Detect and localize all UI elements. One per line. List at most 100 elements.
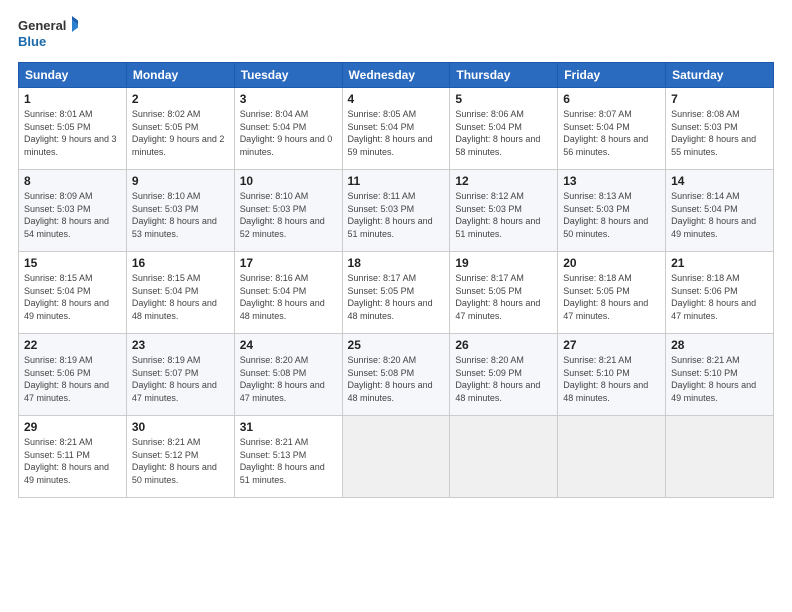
day-number: 8 (24, 174, 121, 188)
calendar-cell: 18 Sunrise: 8:17 AMSunset: 5:05 PMDaylig… (342, 252, 450, 334)
svg-text:General: General (18, 18, 66, 33)
day-number: 14 (671, 174, 768, 188)
day-info: Sunrise: 8:14 AMSunset: 5:04 PMDaylight:… (671, 190, 768, 240)
day-info: Sunrise: 8:02 AMSunset: 5:05 PMDaylight:… (132, 108, 229, 158)
calendar-cell: 15 Sunrise: 8:15 AMSunset: 5:04 PMDaylig… (19, 252, 127, 334)
calendar-cell: 12 Sunrise: 8:12 AMSunset: 5:03 PMDaylig… (450, 170, 558, 252)
day-number: 5 (455, 92, 552, 106)
week-row-3: 15 Sunrise: 8:15 AMSunset: 5:04 PMDaylig… (19, 252, 774, 334)
day-info: Sunrise: 8:10 AMSunset: 5:03 PMDaylight:… (240, 190, 337, 240)
day-info: Sunrise: 8:18 AMSunset: 5:05 PMDaylight:… (563, 272, 660, 322)
day-number: 11 (348, 174, 445, 188)
calendar-cell: 21 Sunrise: 8:18 AMSunset: 5:06 PMDaylig… (666, 252, 774, 334)
day-info: Sunrise: 8:21 AMSunset: 5:10 PMDaylight:… (671, 354, 768, 404)
day-number: 4 (348, 92, 445, 106)
weekday-friday: Friday (558, 63, 666, 88)
calendar-cell: 27 Sunrise: 8:21 AMSunset: 5:10 PMDaylig… (558, 334, 666, 416)
calendar-cell: 28 Sunrise: 8:21 AMSunset: 5:10 PMDaylig… (666, 334, 774, 416)
day-number: 24 (240, 338, 337, 352)
day-info: Sunrise: 8:21 AMSunset: 5:10 PMDaylight:… (563, 354, 660, 404)
calendar-cell: 14 Sunrise: 8:14 AMSunset: 5:04 PMDaylig… (666, 170, 774, 252)
calendar-body: 1 Sunrise: 8:01 AMSunset: 5:05 PMDayligh… (19, 88, 774, 498)
day-number: 1 (24, 92, 121, 106)
calendar-cell: 25 Sunrise: 8:20 AMSunset: 5:08 PMDaylig… (342, 334, 450, 416)
day-number: 10 (240, 174, 337, 188)
week-row-4: 22 Sunrise: 8:19 AMSunset: 5:06 PMDaylig… (19, 334, 774, 416)
calendar-cell: 9 Sunrise: 8:10 AMSunset: 5:03 PMDayligh… (126, 170, 234, 252)
calendar-cell: 16 Sunrise: 8:15 AMSunset: 5:04 PMDaylig… (126, 252, 234, 334)
day-info: Sunrise: 8:15 AMSunset: 5:04 PMDaylight:… (24, 272, 121, 322)
day-info: Sunrise: 8:15 AMSunset: 5:04 PMDaylight:… (132, 272, 229, 322)
calendar-cell: 26 Sunrise: 8:20 AMSunset: 5:09 PMDaylig… (450, 334, 558, 416)
day-number: 30 (132, 420, 229, 434)
week-row-1: 1 Sunrise: 8:01 AMSunset: 5:05 PMDayligh… (19, 88, 774, 170)
calendar-cell: 2 Sunrise: 8:02 AMSunset: 5:05 PMDayligh… (126, 88, 234, 170)
day-info: Sunrise: 8:13 AMSunset: 5:03 PMDaylight:… (563, 190, 660, 240)
calendar-cell: 29 Sunrise: 8:21 AMSunset: 5:11 PMDaylig… (19, 416, 127, 498)
weekday-saturday: Saturday (666, 63, 774, 88)
calendar-cell: 19 Sunrise: 8:17 AMSunset: 5:05 PMDaylig… (450, 252, 558, 334)
calendar-cell: 31 Sunrise: 8:21 AMSunset: 5:13 PMDaylig… (234, 416, 342, 498)
day-number: 9 (132, 174, 229, 188)
day-number: 22 (24, 338, 121, 352)
calendar-cell: 20 Sunrise: 8:18 AMSunset: 5:05 PMDaylig… (558, 252, 666, 334)
weekday-monday: Monday (126, 63, 234, 88)
day-info: Sunrise: 8:06 AMSunset: 5:04 PMDaylight:… (455, 108, 552, 158)
calendar-cell: 13 Sunrise: 8:13 AMSunset: 5:03 PMDaylig… (558, 170, 666, 252)
logo: General Blue (18, 16, 78, 54)
day-number: 29 (24, 420, 121, 434)
calendar-cell: 23 Sunrise: 8:19 AMSunset: 5:07 PMDaylig… (126, 334, 234, 416)
day-number: 23 (132, 338, 229, 352)
weekday-tuesday: Tuesday (234, 63, 342, 88)
calendar-cell: 10 Sunrise: 8:10 AMSunset: 5:03 PMDaylig… (234, 170, 342, 252)
calendar-cell: 17 Sunrise: 8:16 AMSunset: 5:04 PMDaylig… (234, 252, 342, 334)
calendar-cell: 4 Sunrise: 8:05 AMSunset: 5:04 PMDayligh… (342, 88, 450, 170)
svg-text:Blue: Blue (18, 34, 46, 49)
calendar-cell: 24 Sunrise: 8:20 AMSunset: 5:08 PMDaylig… (234, 334, 342, 416)
day-number: 27 (563, 338, 660, 352)
day-number: 3 (240, 92, 337, 106)
day-number: 25 (348, 338, 445, 352)
day-number: 26 (455, 338, 552, 352)
page: General Blue SundayMondayTuesdayWednesda… (0, 0, 792, 612)
day-number: 6 (563, 92, 660, 106)
day-info: Sunrise: 8:21 AMSunset: 5:12 PMDaylight:… (132, 436, 229, 486)
day-info: Sunrise: 8:19 AMSunset: 5:07 PMDaylight:… (132, 354, 229, 404)
day-info: Sunrise: 8:18 AMSunset: 5:06 PMDaylight:… (671, 272, 768, 322)
calendar-cell: 11 Sunrise: 8:11 AMSunset: 5:03 PMDaylig… (342, 170, 450, 252)
week-row-5: 29 Sunrise: 8:21 AMSunset: 5:11 PMDaylig… (19, 416, 774, 498)
day-number: 16 (132, 256, 229, 270)
day-number: 18 (348, 256, 445, 270)
calendar-cell (666, 416, 774, 498)
day-number: 31 (240, 420, 337, 434)
day-info: Sunrise: 8:10 AMSunset: 5:03 PMDaylight:… (132, 190, 229, 240)
calendar-cell: 7 Sunrise: 8:08 AMSunset: 5:03 PMDayligh… (666, 88, 774, 170)
day-info: Sunrise: 8:12 AMSunset: 5:03 PMDaylight:… (455, 190, 552, 240)
weekday-thursday: Thursday (450, 63, 558, 88)
day-info: Sunrise: 8:21 AMSunset: 5:11 PMDaylight:… (24, 436, 121, 486)
calendar-cell (342, 416, 450, 498)
calendar-cell (450, 416, 558, 498)
day-info: Sunrise: 8:20 AMSunset: 5:08 PMDaylight:… (240, 354, 337, 404)
day-info: Sunrise: 8:17 AMSunset: 5:05 PMDaylight:… (455, 272, 552, 322)
calendar-cell: 8 Sunrise: 8:09 AMSunset: 5:03 PMDayligh… (19, 170, 127, 252)
day-info: Sunrise: 8:04 AMSunset: 5:04 PMDaylight:… (240, 108, 337, 158)
day-info: Sunrise: 8:08 AMSunset: 5:03 PMDaylight:… (671, 108, 768, 158)
day-info: Sunrise: 8:05 AMSunset: 5:04 PMDaylight:… (348, 108, 445, 158)
logo-svg: General Blue (18, 16, 78, 54)
header: General Blue (18, 16, 774, 54)
day-info: Sunrise: 8:21 AMSunset: 5:13 PMDaylight:… (240, 436, 337, 486)
day-number: 17 (240, 256, 337, 270)
day-info: Sunrise: 8:07 AMSunset: 5:04 PMDaylight:… (563, 108, 660, 158)
day-number: 13 (563, 174, 660, 188)
day-number: 15 (24, 256, 121, 270)
day-info: Sunrise: 8:09 AMSunset: 5:03 PMDaylight:… (24, 190, 121, 240)
day-number: 28 (671, 338, 768, 352)
day-number: 12 (455, 174, 552, 188)
day-info: Sunrise: 8:20 AMSunset: 5:08 PMDaylight:… (348, 354, 445, 404)
day-number: 21 (671, 256, 768, 270)
calendar-cell: 3 Sunrise: 8:04 AMSunset: 5:04 PMDayligh… (234, 88, 342, 170)
weekday-sunday: Sunday (19, 63, 127, 88)
day-number: 2 (132, 92, 229, 106)
day-info: Sunrise: 8:16 AMSunset: 5:04 PMDaylight:… (240, 272, 337, 322)
